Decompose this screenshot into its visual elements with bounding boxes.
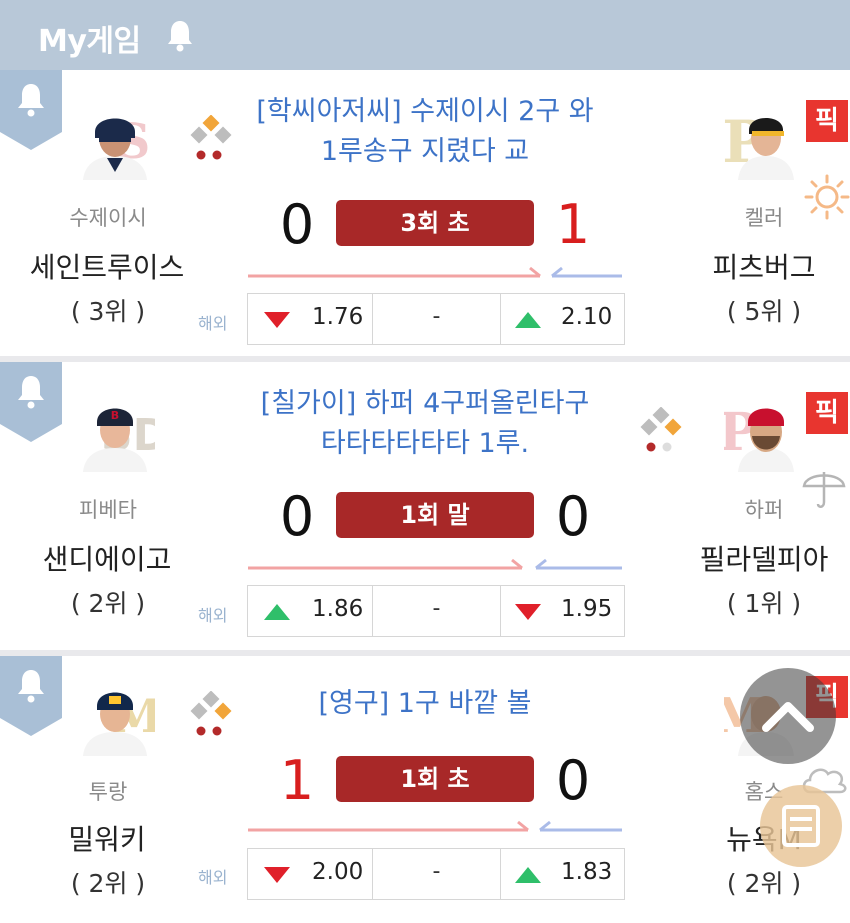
away-rank: ( 2위 ): [70, 589, 146, 618]
bell-bookmark-icon[interactable]: [0, 362, 62, 442]
pick-badge[interactable]: 픽: [806, 100, 848, 142]
away-rank: ( 3위 ): [70, 297, 146, 326]
base-diamond-icon: [190, 691, 232, 736]
away-pitcher: 수제이시: [69, 206, 147, 230]
away-odds-cell[interactable]: 1.76: [248, 294, 373, 344]
away-pitcher: 피베타: [79, 498, 137, 522]
bell-bookmark-icon[interactable]: [0, 656, 62, 736]
odds-label: 해외: [198, 314, 228, 333]
live-comment[interactable]: [학씨아저씨] 수제이시 2구 와 1루송구 지렸다 교: [230, 92, 620, 172]
momentum-arrows: [248, 820, 622, 832]
odds-table: 1.86 - 1.95: [247, 585, 625, 637]
away-pitcher: 투랑: [88, 780, 128, 804]
live-comment[interactable]: [칠가이] 하퍼 4구퍼올린타구 타타타타타타 1루.: [230, 384, 620, 464]
draw-odds-cell[interactable]: -: [373, 294, 501, 344]
odds-up-icon: [515, 312, 541, 328]
momentum-arrows: [248, 558, 622, 570]
odds-up-icon: [264, 604, 290, 620]
game-card[interactable]: SD B [칠가이] 하퍼 4구퍼올린타구 타타타타타타 1루. P 픽 피베타…: [0, 362, 850, 650]
home-score: 0: [555, 485, 591, 548]
home-pitcher: 켈러: [744, 206, 784, 230]
home-odds-cell[interactable]: 1.95: [501, 586, 624, 636]
home-rank: ( 1위 ): [726, 589, 802, 618]
player-avatar: SD B: [83, 408, 155, 472]
player-avatar: S: [83, 114, 150, 180]
player-avatar: P: [724, 402, 794, 472]
bell-bookmark-icon[interactable]: [0, 70, 62, 150]
odds-down-icon: [264, 312, 290, 328]
home-odds-cell[interactable]: 2.10: [501, 294, 624, 344]
away-score: 0: [279, 485, 315, 548]
odds-down-icon: [264, 867, 290, 883]
pick-badge[interactable]: 픽: [806, 392, 848, 434]
home-rank: ( 2위 ): [726, 869, 802, 898]
away-team-name[interactable]: 샌디에이고: [0, 538, 217, 578]
home-team-name[interactable]: 피츠버그: [654, 246, 850, 286]
inning-badge[interactable]: 1회 말: [336, 492, 534, 538]
home-score: 1: [555, 193, 591, 256]
bell-icon[interactable]: [165, 18, 195, 52]
inning-badge[interactable]: 1회 초: [336, 756, 534, 802]
chevron-up-icon: [762, 702, 814, 732]
momentum-arrows: [248, 266, 622, 278]
away-rank: ( 2위 ): [70, 869, 146, 898]
list-icon: [782, 805, 820, 847]
menu-float-button[interactable]: [760, 785, 842, 867]
home-rank: ( 5위 ): [726, 297, 802, 326]
away-odds-cell[interactable]: 1.86: [248, 586, 373, 636]
away-score: 0: [279, 193, 315, 256]
game-card[interactable]: M [영구] 1구 바깥 볼 M 픽 투랑 홈스 1 1회 초 0 밀워키 뉴욕…: [0, 656, 850, 923]
home-pitcher: 하퍼: [744, 498, 784, 522]
player-avatar: P: [724, 108, 794, 180]
live-comment[interactable]: [영구] 1구 바깥 볼: [230, 684, 620, 724]
odds-down-icon: [515, 604, 541, 620]
away-odds-cell[interactable]: 2.00: [248, 849, 373, 899]
player-avatar: M: [83, 689, 155, 756]
odds-label: 해외: [198, 868, 228, 887]
inning-badge[interactable]: 3회 초: [336, 200, 534, 246]
odds-label: 해외: [198, 606, 228, 625]
page-title: My게임: [38, 24, 141, 59]
game-card[interactable]: S [학씨아저씨] 수제이시 2구 와 1루송구 지렸다 교 P 픽 수제이시 …: [0, 70, 850, 356]
svg-text:B: B: [111, 409, 119, 422]
draw-odds-cell[interactable]: -: [373, 849, 501, 899]
base-diamond-icon: [190, 115, 232, 160]
draw-odds-cell[interactable]: -: [373, 586, 501, 636]
home-team-name[interactable]: 필라델피아: [654, 538, 850, 578]
odds-table: 2.00 - 1.83: [247, 848, 625, 900]
away-score: 1: [279, 749, 315, 812]
odds-table: 1.76 - 2.10: [247, 293, 625, 345]
away-team-name[interactable]: 세인트루이스: [0, 246, 217, 286]
scroll-to-top-button[interactable]: [740, 668, 836, 764]
home-odds-cell[interactable]: 1.83: [501, 849, 624, 899]
base-diamond-icon: [640, 407, 682, 452]
away-team-name[interactable]: 밀워키: [0, 818, 217, 858]
home-score: 0: [555, 749, 591, 812]
odds-up-icon: [515, 867, 541, 883]
my-game-header: My게임: [0, 0, 850, 70]
